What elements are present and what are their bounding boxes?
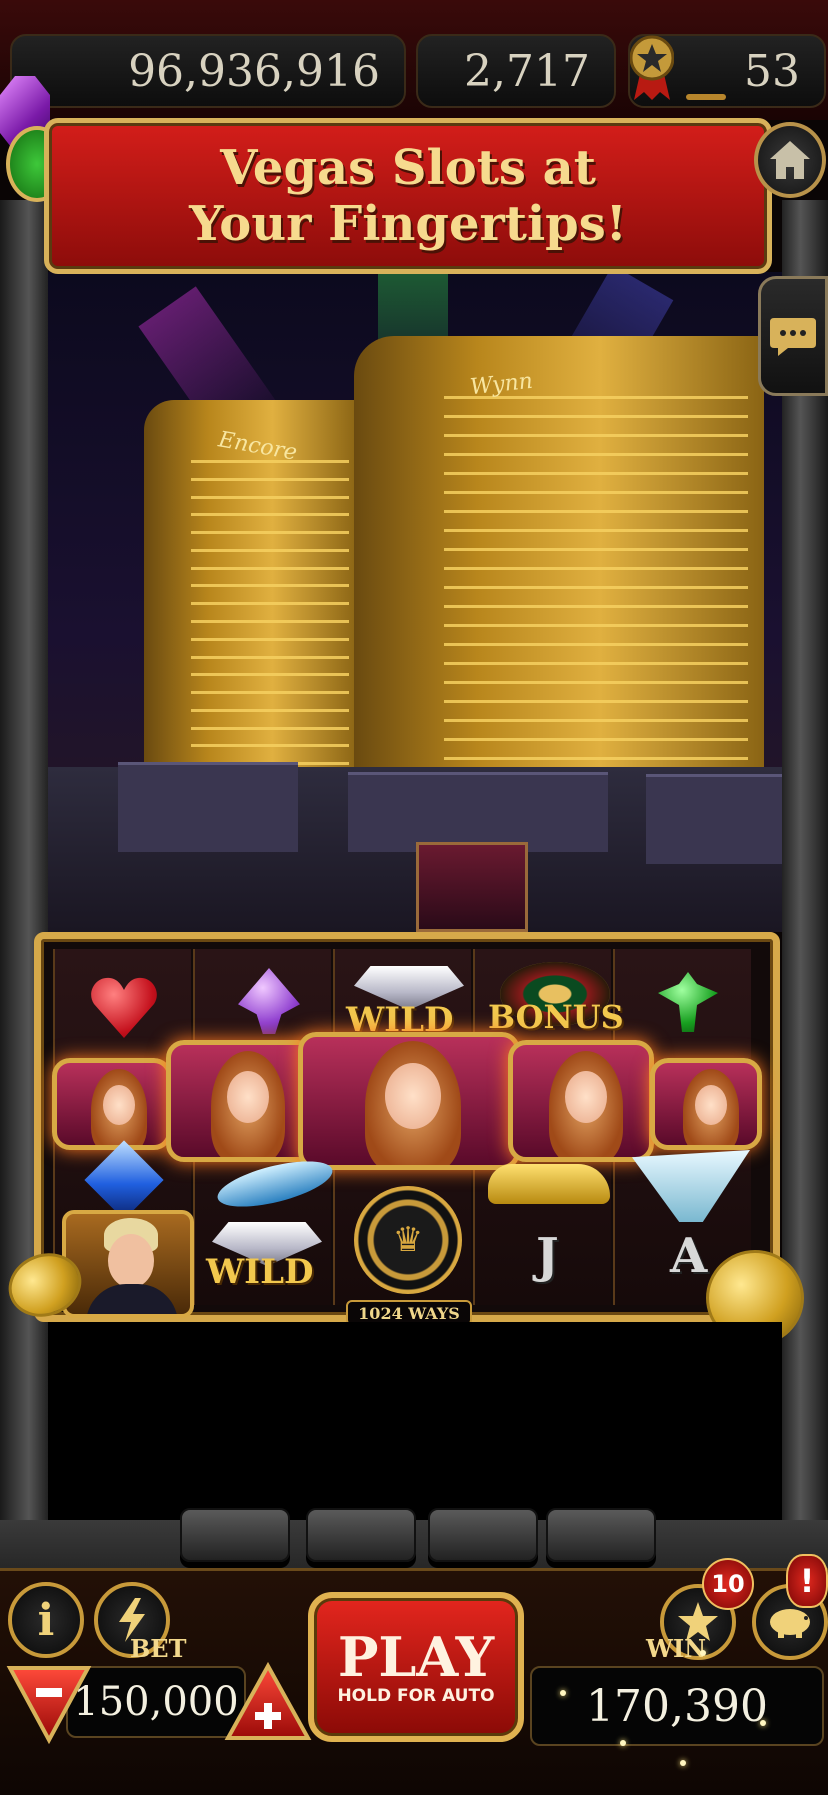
wild-label: WILD: [206, 1252, 314, 1292]
sparkle: [760, 1720, 766, 1726]
tower-light-strip: [191, 637, 350, 641]
piggy-alert-badge: !: [786, 1554, 828, 1608]
tower-light-strip: [444, 681, 748, 684]
level-progress-bar: [686, 94, 726, 100]
tower-light-strip: [444, 548, 748, 551]
man-symbol: [62, 1210, 194, 1318]
tower-light-strip: [191, 548, 350, 552]
tower-light-strip: [191, 673, 350, 677]
chat-icon: [770, 318, 816, 356]
tower-light-strip: [444, 510, 748, 513]
tower-light-strip: [191, 655, 350, 659]
win-label: WIN: [646, 1634, 707, 1663]
play-label: PLAY: [337, 1625, 495, 1689]
tower-light-strip: [444, 491, 748, 494]
banner-line-2: Your Fingertips!: [189, 196, 627, 252]
home-button[interactable]: [754, 122, 826, 198]
podium-building: [118, 762, 298, 852]
sparkle: [700, 1650, 706, 1656]
tower-light-strip: [444, 605, 748, 608]
star-medal-icon: [630, 35, 674, 100]
tower-light-strip: [191, 691, 350, 695]
coin-balance-value: 96,936,916: [128, 45, 380, 97]
tower-light-strip: [191, 566, 350, 570]
casino-entrance: [416, 842, 528, 932]
cabinet-left-frame: [0, 200, 48, 1540]
encore-tower: [144, 400, 358, 800]
sparkle: [560, 1690, 566, 1696]
tower-light-strip: [191, 744, 350, 748]
piggy-bank-icon: [770, 1609, 810, 1638]
tower-light-strip: [444, 719, 748, 722]
tower-light-strip: [444, 567, 748, 570]
bet-decrease-frame: [6, 1666, 92, 1744]
tower-light-strip: [191, 726, 350, 730]
home-icon: [770, 141, 810, 179]
tower-light-strip: [444, 472, 748, 475]
hold-for-auto-label: HOLD FOR AUTO: [337, 1686, 495, 1706]
tower-light-strip: [444, 700, 748, 703]
play-button[interactable]: PLAY HOLD FOR AUTO: [308, 1592, 524, 1742]
woman-symbol: [166, 1040, 316, 1162]
cabinet-right-frame: [782, 200, 828, 1540]
bet-label: BET: [130, 1634, 187, 1663]
wynn-chip-symbol: ♛: [354, 1186, 462, 1294]
tower-light-strip: [191, 495, 350, 499]
deck-button[interactable]: [306, 1508, 416, 1562]
wynn-tower: [354, 336, 764, 796]
deck-button[interactable]: [428, 1508, 538, 1562]
gem-balance-value: 2,717: [464, 45, 590, 97]
info-button[interactable]: i: [8, 1582, 84, 1658]
deck-button[interactable]: [546, 1508, 656, 1562]
sparkle: [680, 1760, 686, 1766]
tower-light-strip: [191, 531, 350, 535]
tower-light-strip: [191, 708, 350, 712]
bet-increase-frame: [224, 1662, 312, 1740]
tower-light-strip: [444, 586, 748, 589]
tower-light-strip: [191, 620, 350, 623]
woman-symbol: [298, 1032, 520, 1170]
podium-building: [646, 774, 782, 864]
bonus-label: BONUS: [488, 998, 624, 1036]
gem-balance[interactable]: 2,717: [416, 34, 616, 108]
tower-light-strip: [191, 513, 350, 517]
banner-line-1: Vegas Slots at: [220, 140, 596, 196]
chat-button[interactable]: [758, 276, 828, 396]
tower-light-strip: [444, 662, 748, 665]
gold-car-symbol: [488, 1164, 610, 1204]
info-icon: i: [37, 1594, 55, 1646]
woman-symbol: [508, 1040, 654, 1162]
player-level-value: 53: [744, 45, 800, 97]
tower-light-strip: [444, 738, 748, 741]
star-bonus-badge: 10: [702, 1558, 754, 1610]
win-amount: 170,390: [530, 1666, 824, 1746]
podium-building: [348, 772, 608, 852]
casino-scene: Encore Wynn: [48, 272, 782, 932]
letter-a-symbol: A: [670, 1228, 708, 1284]
bet-amount: 150,000: [66, 1666, 246, 1738]
letter-j-symbol: J: [536, 1228, 559, 1284]
tower-light-strip: [444, 415, 748, 418]
tower-light-strip: [444, 434, 748, 437]
tower-light-strip: [444, 757, 748, 760]
tower-light-strip: [444, 624, 748, 627]
lower-screen: [48, 1322, 782, 1522]
tower-light-strip: [444, 529, 748, 532]
tower-light-strip: [444, 453, 748, 456]
sparkle: [620, 1740, 626, 1746]
coin-balance[interactable]: 96,936,916: [10, 34, 406, 108]
promo-banner: Vegas Slots at Your Fingertips!: [44, 118, 772, 274]
woman-symbol: [52, 1058, 172, 1150]
bet-amount-value: 150,000: [73, 1679, 239, 1725]
tower-light-strip: [191, 584, 350, 588]
woman-symbol: [650, 1058, 762, 1150]
tower-light-strip: [191, 602, 350, 606]
deck-button[interactable]: [180, 1508, 290, 1562]
tower-light-strip: [191, 477, 350, 481]
tower-light-strip: [444, 643, 748, 646]
win-amount-value: 170,390: [586, 1680, 768, 1732]
